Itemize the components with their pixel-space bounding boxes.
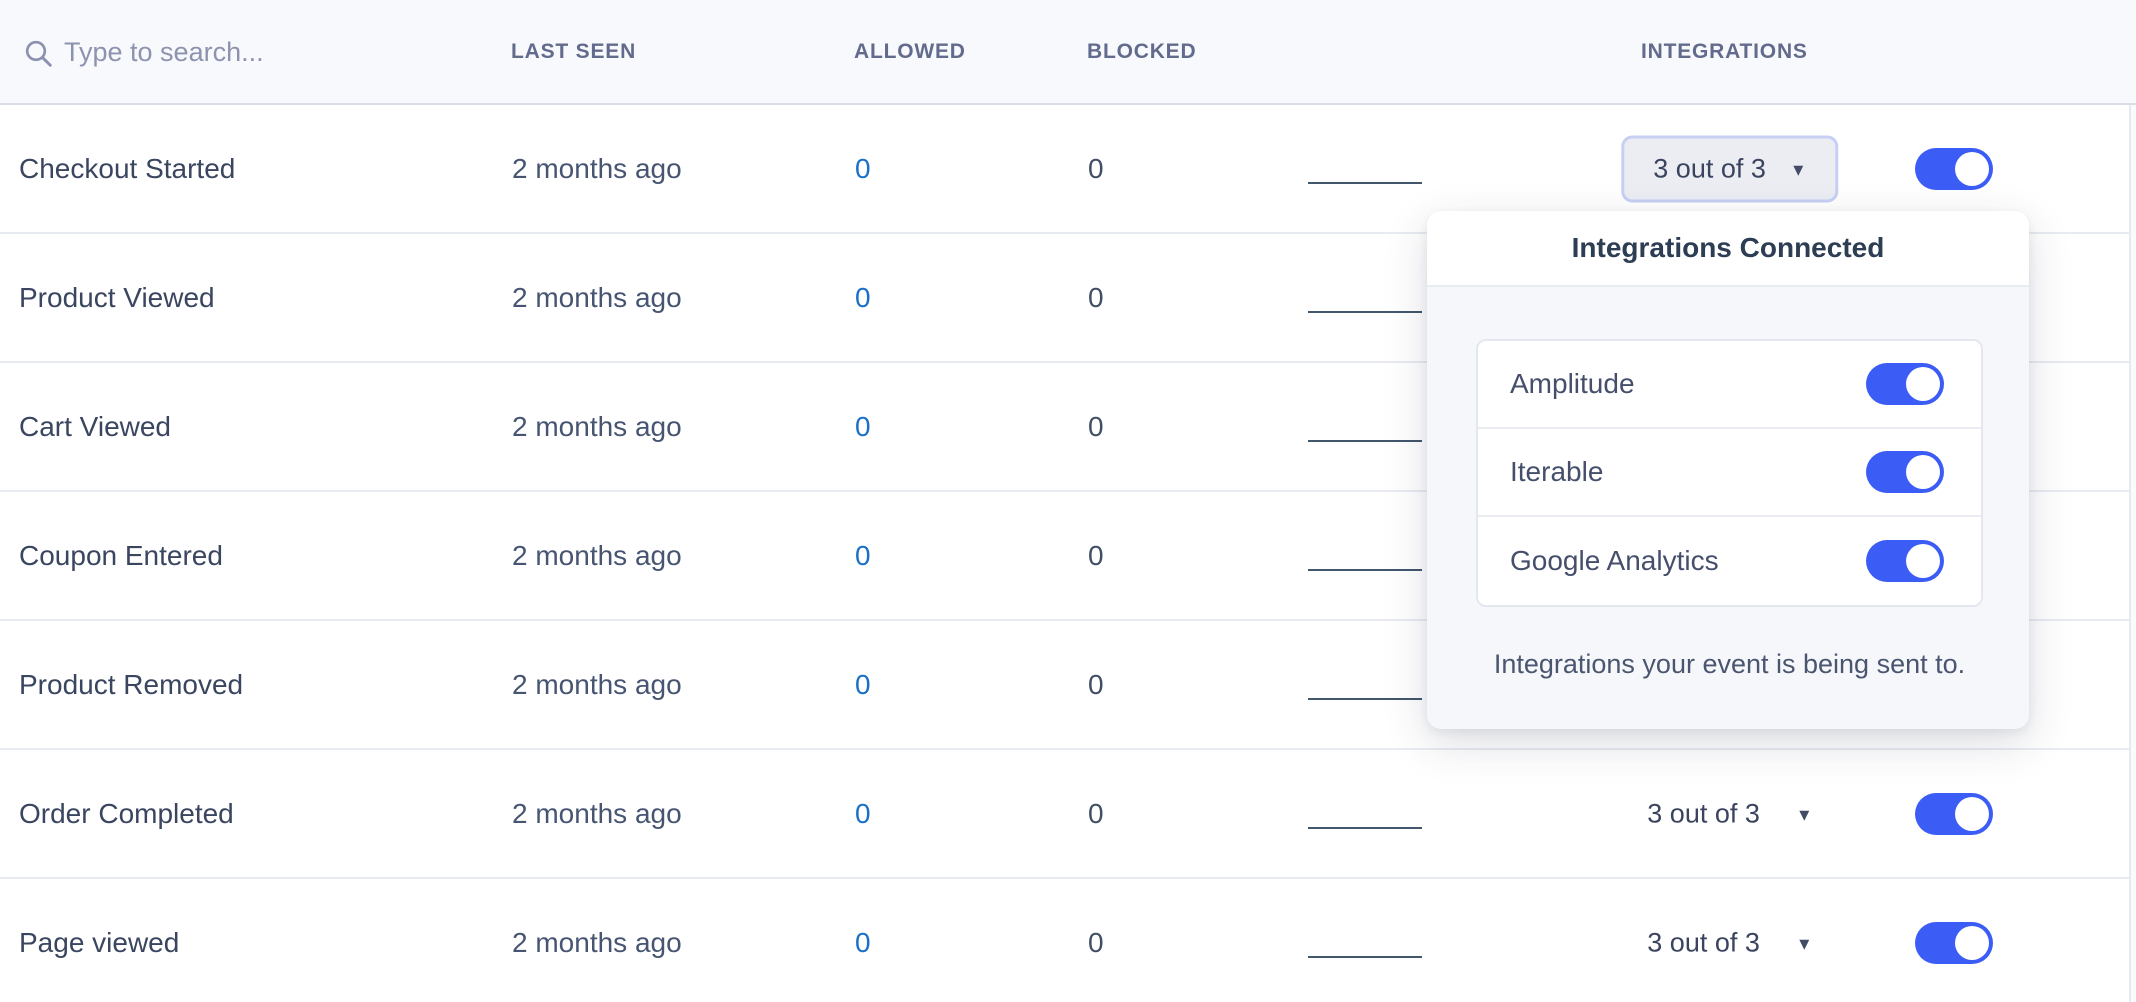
row-toggle[interactable] [1915,793,1993,835]
integration-toggle[interactable] [1866,540,1944,582]
volume-dash-line [1308,827,1422,830]
allowed-count-link[interactable]: 0 [855,669,871,701]
volume-dash-line [1308,440,1422,443]
popover-title: Integrations Connected [1572,232,1885,264]
row-toggle[interactable] [1915,922,1993,964]
table-header: LAST SEEN ALLOWED BLOCKED INTEGRATIONS [0,0,2136,105]
allowed-count-link[interactable]: 0 [855,540,871,572]
search-field[interactable] [22,0,444,105]
integrations-dropdown-label: 3 out of 3 [1647,798,1760,829]
table-right-gutter [2129,105,2136,1002]
event-name: Order Completed [19,798,234,830]
popover-body: Amplitude Iterable Google Analytics Inte… [1427,287,2029,681]
chevron-down-icon: ▼ [1796,804,1813,824]
popover-footer-text: Integrations your event is being sent to… [1476,647,1983,681]
search-icon [22,37,54,69]
allowed-count-link[interactable]: 0 [855,153,871,185]
column-header-blocked: BLOCKED [1087,40,1196,64]
chevron-down-icon: ▼ [1790,159,1807,179]
event-name: Product Removed [19,669,243,701]
allowed-count-link[interactable]: 0 [855,798,871,830]
integration-list: Amplitude Iterable Google Analytics [1476,339,1983,607]
column-header-allowed: ALLOWED [854,40,966,64]
integrations-dropdown-label: 3 out of 3 [1653,153,1766,184]
integration-toggle[interactable] [1866,451,1944,493]
volume-dash-line [1308,182,1422,185]
last-seen-value: 2 months ago [512,411,682,443]
event-name: Product Viewed [19,282,215,314]
blocked-count: 0 [1088,540,1104,572]
volume-dash-line [1308,311,1422,314]
last-seen-value: 2 months ago [512,798,682,830]
table-row: Order Completed 2 months ago 0 0 3 out o… [0,750,2136,879]
integrations-dropdown-label: 3 out of 3 [1647,927,1760,958]
last-seen-value: 2 months ago [512,540,682,572]
row-toggle[interactable] [1915,148,1993,190]
last-seen-value: 2 months ago [512,153,682,185]
integration-toggle[interactable] [1866,363,1944,405]
blocked-count: 0 [1088,411,1104,443]
allowed-count-link[interactable]: 0 [855,927,871,959]
blocked-count: 0 [1088,669,1104,701]
allowed-count-link[interactable]: 0 [855,411,871,443]
events-table-page: LAST SEEN ALLOWED BLOCKED INTEGRATIONS C… [0,0,2136,1002]
column-header-integrations: INTEGRATIONS [1641,40,1808,64]
volume-dash-line [1308,698,1422,701]
blocked-count: 0 [1088,927,1104,959]
event-name: Page viewed [19,927,179,959]
integrations-dropdown[interactable]: 3 out of 3 ▼ [1647,927,1812,958]
last-seen-value: 2 months ago [512,669,682,701]
blocked-count: 0 [1088,153,1104,185]
volume-dash-line [1308,569,1422,572]
last-seen-value: 2 months ago [512,927,682,959]
integrations-dropdown[interactable]: 3 out of 3 ▼ [1621,135,1838,202]
integrations-dropdown[interactable]: 3 out of 3 ▼ [1647,798,1812,829]
integration-name: Amplitude [1510,368,1635,400]
search-input[interactable] [64,23,444,83]
column-header-last-seen: LAST SEEN [511,40,636,64]
integration-row: Google Analytics [1478,517,1981,605]
integration-row: Iterable [1478,429,1981,517]
event-name: Coupon Entered [19,540,223,572]
popover-header: Integrations Connected [1427,211,2029,287]
event-name: Cart Viewed [19,411,171,443]
integration-name: Iterable [1510,456,1603,488]
volume-dash-line [1308,956,1422,959]
blocked-count: 0 [1088,798,1104,830]
integrations-popover: Integrations Connected Amplitude Iterabl… [1427,211,2029,729]
integration-row: Amplitude [1478,341,1981,429]
integration-name: Google Analytics [1510,545,1719,577]
allowed-count-link[interactable]: 0 [855,282,871,314]
chevron-down-icon: ▼ [1796,933,1813,953]
last-seen-value: 2 months ago [512,282,682,314]
table-row: Page viewed 2 months ago 0 0 3 out of 3 … [0,879,2136,1002]
blocked-count: 0 [1088,282,1104,314]
event-name: Checkout Started [19,153,235,185]
